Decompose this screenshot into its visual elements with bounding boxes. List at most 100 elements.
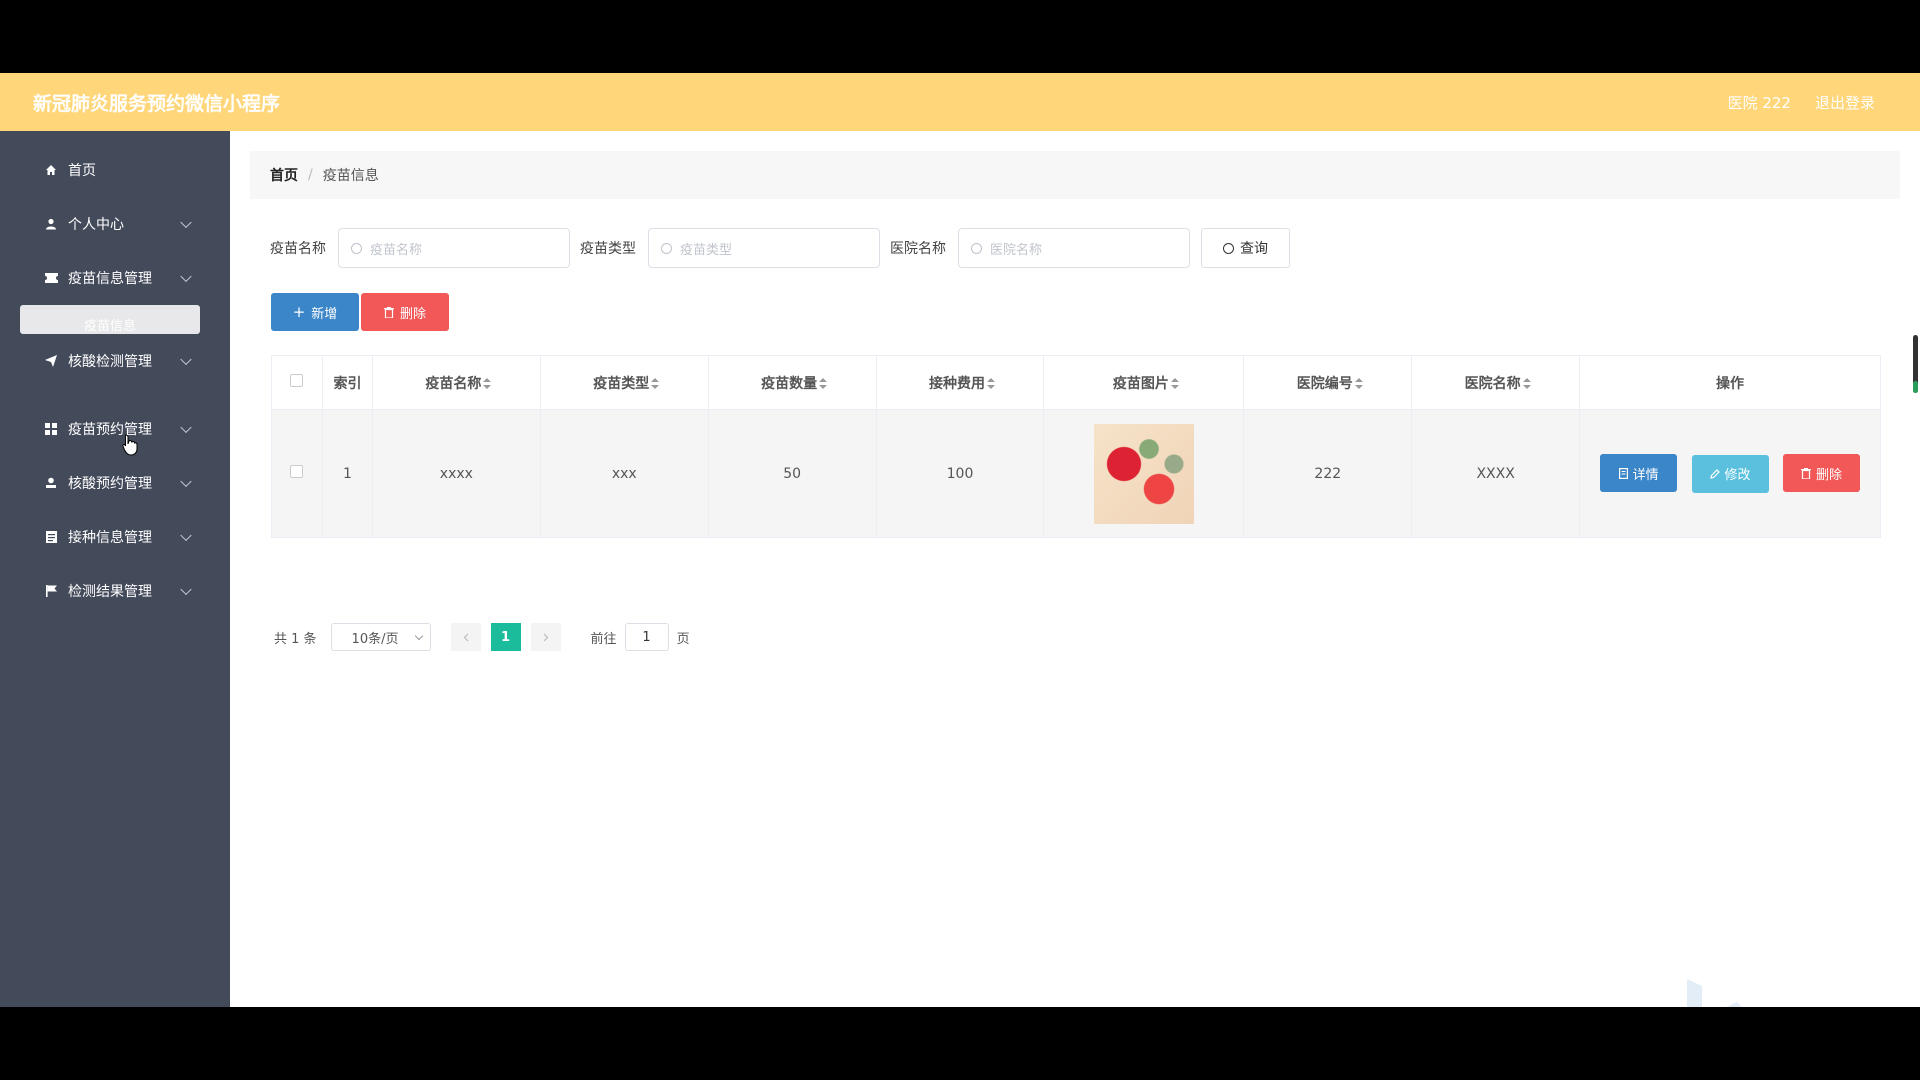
sidebar-item-label: 检测结果管理 <box>68 584 152 600</box>
cell-index: 1 <box>321 409 373 538</box>
batch-delete-button[interactable]: 删除 <box>361 293 449 331</box>
sidebar-item-vaccination-info[interactable]: 接种信息管理 <box>0 510 230 564</box>
column-header-hospital-name[interactable]: 医院名称 <box>1411 355 1581 410</box>
search-icon <box>1223 242 1234 254</box>
sidebar-item-vaccine-info[interactable]: 疫苗信息管理 <box>0 251 230 305</box>
submenu-item-vaccine-info[interactable]: 疫苗信息 <box>20 305 200 334</box>
chevron-down-icon <box>180 421 192 434</box>
sidebar-item-label: 个人中心 <box>68 217 124 233</box>
goto-page: 前往 1 页 <box>591 623 690 651</box>
column-header-quantity[interactable]: 疫苗数量 <box>707 355 877 410</box>
edit-icon <box>1709 468 1720 479</box>
current-user: 医院 222 <box>1727 93 1791 112</box>
column-header-actions: 操作 <box>1579 355 1881 410</box>
row-select-cell <box>271 409 323 538</box>
column-header-image[interactable]: 疫苗图片 <box>1043 355 1245 410</box>
select-all-cell <box>271 355 323 410</box>
plus-icon: + <box>292 303 306 321</box>
vaccine-type-label: 疫苗类型 <box>580 241 636 257</box>
detail-button-label: 详情 <box>1632 467 1659 483</box>
sidebar-item-nucleic-booking[interactable]: 核酸预约管理 <box>0 456 230 510</box>
page-size-value: 10条/页 <box>351 631 399 647</box>
detail-button[interactable]: 详情 <box>1600 454 1678 493</box>
search-icon <box>351 242 362 254</box>
grid-icon <box>44 422 58 436</box>
trash-icon <box>1800 467 1811 479</box>
cell-hospital-name: XXXX <box>1411 409 1581 538</box>
sidebar-item-personal-center[interactable]: 个人中心 <box>0 197 230 251</box>
cell-fee: 100 <box>875 409 1045 538</box>
edit-button-label: 修改 <box>1724 468 1751 484</box>
column-header-label: 疫苗类型 <box>593 375 650 392</box>
page-scrollbar[interactable] <box>1913 335 1918 393</box>
vaccine-table: 索引 疫苗名称 疫苗类型 疫苗数量 接种费用 疫苗图片 医院编号 医院名称 操作… <box>271 355 1881 538</box>
delete-button-label: 删除 <box>399 306 426 322</box>
chevron-down-icon <box>180 583 192 596</box>
column-header-hospital-no[interactable]: 医院编号 <box>1243 355 1413 410</box>
total-count: 共 1 条 <box>274 631 317 647</box>
home-icon <box>44 163 58 177</box>
hospital-name-placeholder: 医院名称 <box>990 242 1043 258</box>
document-icon <box>44 530 58 544</box>
trash-icon <box>383 306 394 318</box>
cell-type: xxx <box>539 409 709 538</box>
chevron-down-icon <box>180 270 192 283</box>
column-header-label: 疫苗数量 <box>761 375 818 392</box>
sidebar-item-label: 接种信息管理 <box>68 530 152 546</box>
row-delete-button[interactable]: 删除 <box>1783 454 1860 493</box>
sidebar-item-label: 核酸检测管理 <box>68 354 152 370</box>
row-checkbox[interactable] <box>290 465 304 478</box>
column-header-name[interactable]: 疫苗名称 <box>371 355 541 410</box>
search-icon <box>971 242 982 254</box>
goto-page-input[interactable]: 1 <box>624 623 669 651</box>
select-all-checkbox[interactable] <box>290 374 304 387</box>
chevron-left-icon <box>463 633 468 641</box>
column-header-label: 疫苗名称 <box>425 375 482 392</box>
prev-page-button[interactable] <box>450 623 481 651</box>
cell-image <box>1043 409 1245 538</box>
column-header-type[interactable]: 疫苗类型 <box>539 355 709 410</box>
table-row: 1 xxxx xxx 50 100 222 XXXX 详情 修改 删除 <box>271 409 1881 538</box>
sidebar-item-label: 疫苗预约管理 <box>68 422 152 438</box>
send-icon <box>44 354 58 368</box>
edit-button[interactable]: 修改 <box>1691 454 1769 493</box>
submenu-item-label: 疫苗信息 <box>83 319 136 334</box>
add-button-label: 新增 <box>311 306 338 322</box>
add-button[interactable]: + 新增 <box>271 293 359 331</box>
document-icon <box>1618 467 1628 479</box>
sidebar-item-label: 疫苗信息管理 <box>68 271 152 287</box>
next-page-button[interactable] <box>530 623 561 651</box>
cell-quantity: 50 <box>707 409 877 538</box>
logout-link[interactable]: 退出登录 <box>1815 92 1875 113</box>
table-header-row: 索引 疫苗名称 疫苗类型 疫苗数量 接种费用 疫苗图片 医院编号 医院名称 操作 <box>271 355 1881 410</box>
page-size-select[interactable]: 10条/页 <box>330 623 431 651</box>
vaccine-thumbnail[interactable] <box>1093 423 1194 524</box>
cell-actions: 详情 修改 删除 <box>1579 409 1881 538</box>
sidebar-item-test-results[interactable]: 检测结果管理 <box>0 564 230 618</box>
query-button[interactable]: 查询 <box>1201 228 1290 268</box>
main-content: 首页 / 疫苗信息 疫苗名称 疫苗名称 疫苗类型 疫苗类型 医院名称 医院名称 … <box>230 131 1920 1007</box>
vaccine-name-input[interactable]: 疫苗名称 <box>338 228 570 268</box>
sidebar-item-vaccine-booking[interactable]: 疫苗预约管理 <box>0 402 230 456</box>
goto-suffix: 页 <box>676 631 690 647</box>
row-delete-button-label: 删除 <box>1815 467 1842 483</box>
user-stamp-icon <box>44 476 58 490</box>
watermark-logo-icon <box>1687 979 1742 1007</box>
chevron-down-icon <box>414 631 423 640</box>
column-header-fee[interactable]: 接种费用 <box>875 355 1045 410</box>
vaccine-type-input[interactable]: 疫苗类型 <box>648 228 880 268</box>
column-header-label: 医院名称 <box>1464 375 1521 392</box>
breadcrumb-separator: / <box>308 167 313 183</box>
mouse-cursor-icon <box>122 434 138 456</box>
page-number-current[interactable]: 1 <box>490 623 521 651</box>
chevron-right-icon <box>543 633 548 641</box>
sidebar-item-nucleic-test[interactable]: 核酸检测管理 <box>0 334 230 388</box>
sidebar-item-home[interactable]: 首页 <box>0 143 230 197</box>
column-header-label: 接种费用 <box>929 375 985 392</box>
app-title: 新冠肺炎服务预约微信小程序 <box>33 92 281 115</box>
search-icon <box>661 242 672 254</box>
breadcrumb-home[interactable]: 首页 <box>270 165 298 185</box>
hospital-name-input[interactable]: 医院名称 <box>958 228 1190 268</box>
cell-hospital-no: 222 <box>1243 409 1413 538</box>
toolbar: + 新增 删除 <box>271 293 449 331</box>
